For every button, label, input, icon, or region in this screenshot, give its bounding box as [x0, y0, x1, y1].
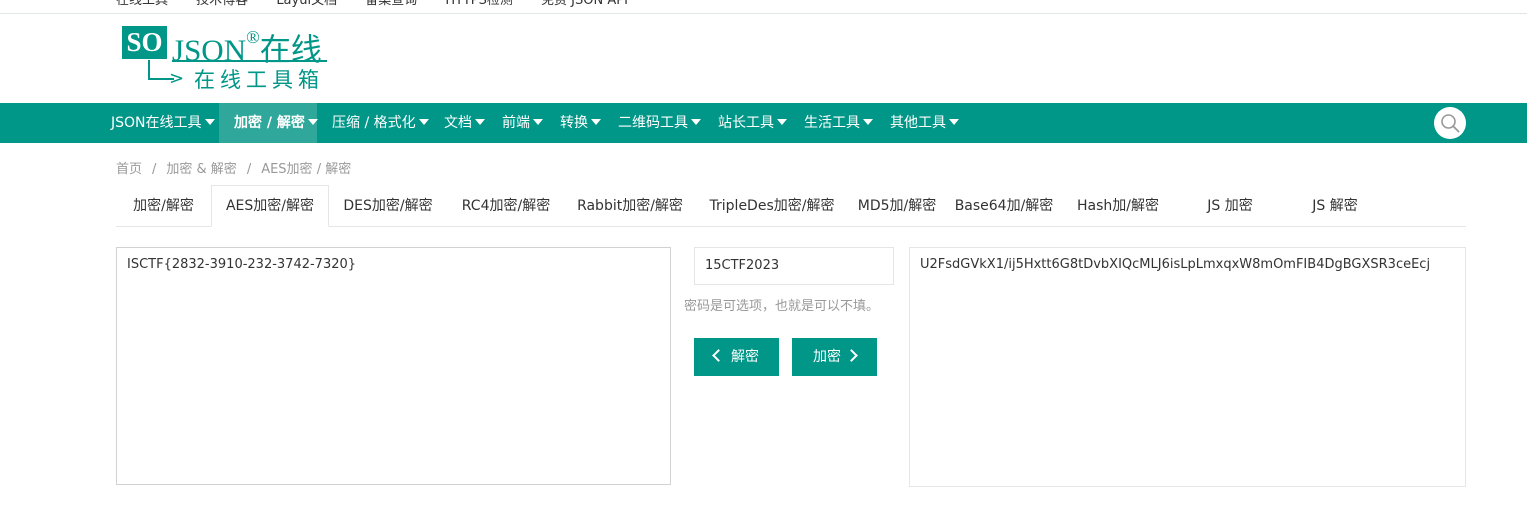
nav-compress-format[interactable]: 压缩 / 格式化	[332, 103, 429, 143]
nav-json-tools[interactable]: JSON在线工具	[111, 103, 215, 143]
breadcrumb-home[interactable]: 首页	[116, 162, 142, 177]
logo-json-text: JSON	[172, 32, 247, 68]
logo-so-box: SO	[122, 26, 167, 59]
tool-tabs: 加密/解密 AES加密/解密 DES加密/解密 RC4加密/解密 Rabbit加…	[116, 185, 1466, 227]
nav-label: 生活工具	[804, 115, 860, 131]
decrypt-button[interactable]: 解密	[694, 338, 779, 376]
password-hint: 密码是可选项，也就是可以不填。	[684, 299, 880, 314]
tab-aes[interactable]: AES加密/解密	[211, 185, 329, 227]
nav-life-tools[interactable]: 生活工具	[804, 103, 873, 143]
logo-arrow-icon	[148, 60, 150, 80]
logo-underline	[172, 60, 327, 62]
tab-base64[interactable]: Base64加/解密	[945, 186, 1063, 226]
caret-down-icon	[533, 119, 543, 125]
caret-down-icon	[475, 119, 485, 125]
caret-down-icon	[949, 119, 959, 125]
tab-tripledes[interactable]: TripleDes加密/解密	[695, 186, 849, 226]
breadcrumb-separator: /	[246, 162, 252, 177]
tab-rc4[interactable]: RC4加密/解密	[447, 186, 565, 226]
top-link[interactable]: 免费 JSON API	[541, 0, 628, 8]
password-field[interactable]: 15CTF2023	[694, 247, 894, 285]
tab-hash[interactable]: Hash加/解密	[1063, 186, 1173, 226]
tab-encrypt-decrypt[interactable]: 加密/解密	[116, 186, 211, 226]
plaintext-input[interactable]: ISCTF{2832-3910-232-3742-7320}	[116, 247, 671, 485]
main-nav: JSON在线工具 加密 / 解密 压缩 / 格式化 文档 前端 转换 二维码工具…	[0, 103, 1527, 143]
tab-js-decrypt[interactable]: JS 解密	[1287, 186, 1383, 226]
nav-qrcode-tools[interactable]: 二维码工具	[618, 103, 701, 143]
chevron-left-icon	[712, 349, 725, 362]
caret-down-icon	[863, 119, 873, 125]
nav-label: 二维码工具	[618, 115, 688, 131]
breadcrumb-separator: /	[152, 162, 157, 177]
nav-label: 前端	[502, 115, 530, 131]
encrypt-label: 加密	[813, 349, 841, 365]
tab-rabbit[interactable]: Rabbit加密/解密	[565, 186, 695, 226]
top-links: 在线工具 技术博客 Layui文档 备案查询 HTTPS检测 免费 JSON A…	[116, 0, 652, 8]
logo-arrow-tip-icon: >	[169, 68, 185, 89]
breadcrumb: 首页 / 加密 & 解密 / AES加密 / 解密	[116, 158, 351, 177]
nav-other-tools[interactable]: 其他工具	[890, 103, 959, 143]
site-logo[interactable]: SO JSON®在线 > 在线工具箱	[122, 20, 342, 94]
top-link[interactable]: 技术博客	[196, 0, 248, 8]
tab-md5[interactable]: MD5加/解密	[849, 186, 945, 226]
decrypt-label: 解密	[731, 349, 759, 365]
nav-label: JSON在线工具	[111, 115, 202, 131]
caret-down-icon	[418, 119, 429, 125]
nav-convert[interactable]: 转换	[560, 103, 601, 143]
top-link[interactable]: HTTPS检测	[445, 0, 513, 8]
nav-encrypt-decrypt[interactable]: 加密 / 解密	[219, 103, 318, 143]
nav-label: 站长工具	[718, 115, 774, 131]
top-links-bar: 在线工具 技术博客 Layui文档 备案查询 HTTPS检测 免费 JSON A…	[0, 0, 1527, 14]
nav-docs[interactable]: 文档	[444, 103, 485, 143]
breadcrumb-current: AES加密 / 解密	[261, 162, 352, 177]
tab-js-encrypt[interactable]: JS 加密	[1173, 186, 1287, 226]
registered-mark: ®	[246, 27, 260, 47]
caret-down-icon	[307, 119, 318, 125]
encrypt-button[interactable]: 加密	[792, 338, 877, 376]
tab-des[interactable]: DES加密/解密	[329, 186, 447, 226]
top-link[interactable]: 备案查询	[365, 0, 417, 8]
nav-frontend[interactable]: 前端	[502, 103, 543, 143]
nav-label: 文档	[444, 115, 472, 131]
nav-webmaster-tools[interactable]: 站长工具	[718, 103, 787, 143]
search-button[interactable]	[1434, 107, 1466, 139]
chevron-right-icon	[845, 349, 858, 362]
ciphertext-output[interactable]: U2FsdGVkX1/ij5Hxtt6G8tDvbXIQcMLJ6isLpLmx…	[909, 247, 1466, 487]
caret-down-icon	[691, 119, 701, 125]
logo-tagline: 在线工具箱	[194, 68, 324, 92]
top-link[interactable]: Layui文档	[276, 0, 337, 8]
logo-brand: JSON®在线	[172, 24, 322, 69]
caret-down-icon	[777, 119, 787, 125]
caret-down-icon	[591, 119, 601, 125]
search-icon	[1441, 114, 1460, 133]
nav-label: 其他工具	[890, 115, 946, 131]
nav-label: 压缩 / 格式化	[332, 115, 416, 131]
nav-label: 转换	[560, 115, 588, 131]
logo-suffix: 在线	[259, 32, 322, 68]
nav-label: 加密 / 解密	[234, 115, 305, 131]
caret-down-icon	[204, 119, 215, 125]
top-link[interactable]: 在线工具	[116, 0, 168, 8]
breadcrumb-category[interactable]: 加密 & 解密	[166, 162, 236, 177]
